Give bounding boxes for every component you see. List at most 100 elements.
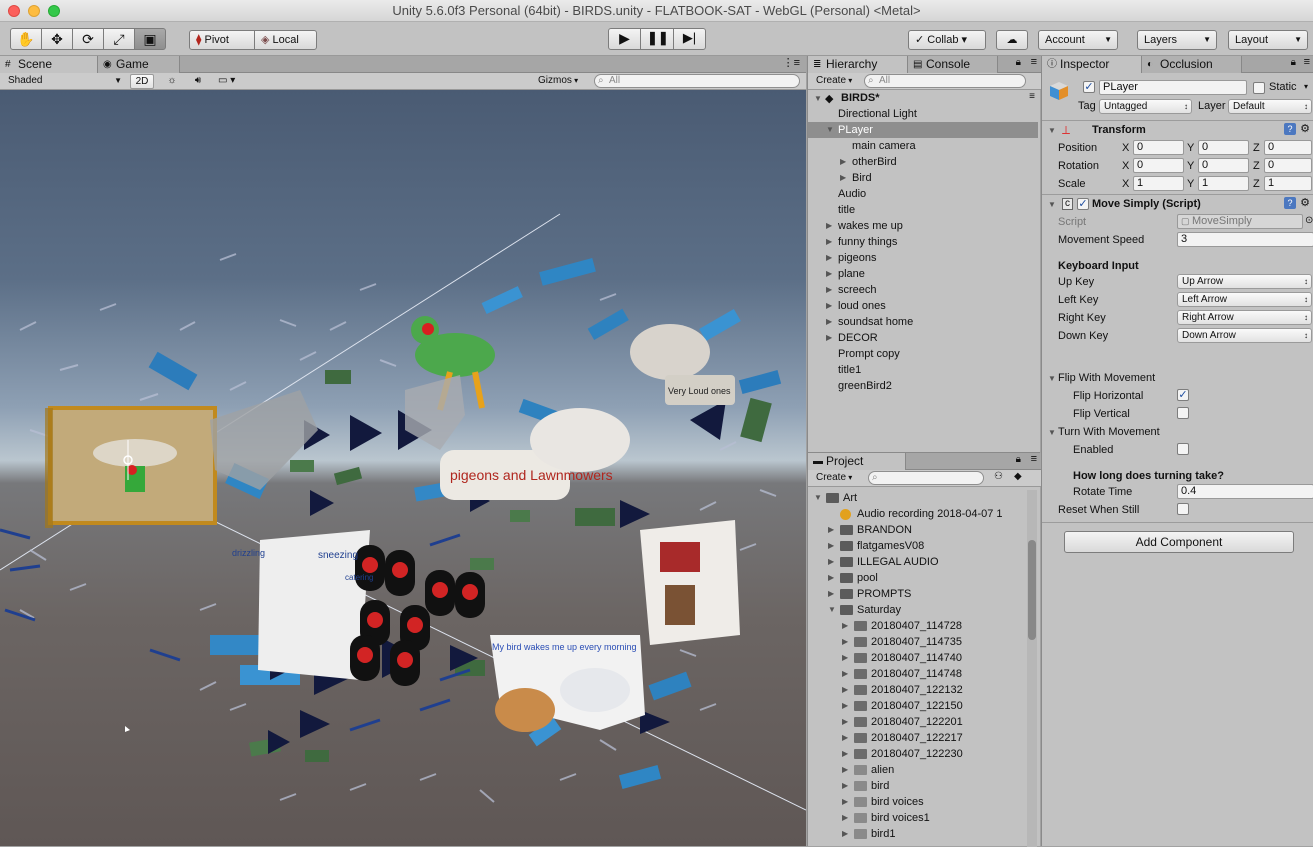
project-item[interactable]: ▶ bird voices1 <box>808 810 1028 826</box>
collapsed-arrow-icon[interactable]: ▶ <box>828 570 834 586</box>
scale-tool-button[interactable]: ⤢ <box>103 28 135 50</box>
shading-dropdown[interactable]: Shaded ▼ <box>4 74 124 89</box>
hierarchy-item[interactable]: ▶ otherBird <box>808 154 1038 170</box>
project-create-dropdown[interactable]: Create ▾ <box>812 471 858 486</box>
play-button[interactable]: ▶ <box>608 28 641 50</box>
hand-tool-button[interactable]: ✋ <box>10 28 42 50</box>
project-scrollbar[interactable] <box>1027 490 1037 847</box>
project-item[interactable]: ▶ PROMPTS <box>808 586 1028 602</box>
expand-arrow-icon[interactable]: ▼ <box>828 602 836 618</box>
project-item[interactable]: ▶ 20180407_114728 <box>808 618 1028 634</box>
player-selection[interactable] <box>45 406 217 528</box>
minimize-window-icon[interactable] <box>28 5 40 17</box>
hierarchy-item[interactable]: greenBird2 <box>808 378 1038 394</box>
project-item[interactable]: Audio recording 2018-04-07 1 <box>808 506 1028 522</box>
collapsed-arrow-icon[interactable]: ▶ <box>840 170 846 186</box>
flip-vertical-checkbox[interactable] <box>1177 407 1189 419</box>
hierarchy-search-input[interactable]: ⌕ All <box>864 74 1026 88</box>
expand-arrow-icon[interactable]: ▼ <box>814 94 822 103</box>
collapsed-arrow-icon[interactable]: ▶ <box>828 522 834 538</box>
script-header[interactable]: ▼ c ✓ Move Simply (Script) ? ⚙ <box>1042 196 1313 214</box>
collapsed-arrow-icon[interactable]: ▶ <box>826 218 832 234</box>
tab-scene[interactable]: # Scene <box>0 56 98 73</box>
hierarchy-item[interactable]: ▶ loud ones <box>808 298 1038 314</box>
movement-speed-input[interactable]: 3 <box>1177 232 1313 247</box>
project-item[interactable]: ▶ 20180407_122217 <box>808 730 1028 746</box>
project-item[interactable]: ▶ 20180407_122230 <box>808 746 1028 762</box>
transform-x-input[interactable]: 1 <box>1133 176 1184 191</box>
collapsed-arrow-icon[interactable]: ▶ <box>842 618 848 634</box>
collapsed-arrow-icon[interactable]: ▶ <box>826 314 832 330</box>
help-icon[interactable]: ? <box>1284 123 1296 135</box>
transform-x-input[interactable]: 0 <box>1133 140 1184 155</box>
panel-menu-icon[interactable]: ≡ <box>1031 56 1037 68</box>
filter-type-icon[interactable]: ⚇ <box>994 471 1003 482</box>
project-item[interactable]: ▶ flatgamesV08 <box>808 538 1028 554</box>
collapsed-arrow-icon[interactable]: ▶ <box>826 250 832 266</box>
tab-console[interactable]: ▤ Console <box>908 56 998 73</box>
hierarchy-item[interactable]: ▼ PLayer <box>808 122 1038 138</box>
key-dropdown[interactable]: Down Arrow <box>1177 328 1312 343</box>
project-item[interactable]: ▶ bird <box>808 778 1028 794</box>
project-item[interactable]: ▶ alien <box>808 762 1028 778</box>
project-item[interactable]: ▶ pool <box>808 570 1028 586</box>
account-dropdown[interactable]: Account ▼ <box>1038 30 1118 50</box>
collapsed-arrow-icon[interactable]: ▶ <box>826 266 832 282</box>
hierarchy-item[interactable]: Audio <box>808 186 1038 202</box>
collapsed-arrow-icon[interactable]: ▶ <box>828 554 834 570</box>
collapsed-arrow-icon[interactable]: ▶ <box>826 282 832 298</box>
expand-arrow-icon[interactable]: ▼ <box>1048 428 1056 437</box>
panel-menu-icon[interactable]: ≡ <box>1304 56 1310 68</box>
collapsed-arrow-icon[interactable]: ▶ <box>828 538 834 554</box>
cloud-button[interactable]: ☁ <box>996 30 1028 50</box>
expand-arrow-icon[interactable]: ▼ <box>814 490 822 506</box>
project-item[interactable]: ▶ 20180407_114740 <box>808 650 1028 666</box>
transform-z-input[interactable]: 1 <box>1264 176 1312 191</box>
project-search-input[interactable]: ⌕ <box>868 471 984 485</box>
project-item[interactable]: ▶ 20180407_122201 <box>808 714 1028 730</box>
active-checkbox[interactable]: ✓ <box>1083 81 1095 93</box>
collapsed-arrow-icon[interactable]: ▶ <box>842 650 848 666</box>
transform-y-input[interactable]: 1 <box>1198 176 1249 191</box>
collapsed-arrow-icon[interactable]: ▶ <box>842 666 848 682</box>
reset-when-still-checkbox[interactable] <box>1177 503 1189 515</box>
tab-game[interactable]: ◉ Game <box>98 56 180 73</box>
transform-y-input[interactable]: 0 <box>1198 140 1249 155</box>
expand-arrow-icon[interactable]: ▼ <box>1048 200 1056 209</box>
scene-search-input[interactable]: ⌕ All <box>594 74 800 88</box>
pivot-toggle[interactable]: ⧫ Pivot <box>189 30 255 50</box>
transform-header[interactable]: ▼ ⟂ Transform ? ⚙ <box>1042 122 1313 140</box>
label-icon[interactable]: ◆ <box>1014 471 1022 482</box>
hierarchy-item[interactable]: ▶ pigeons <box>808 250 1038 266</box>
collapsed-arrow-icon[interactable]: ▶ <box>842 778 848 794</box>
project-item[interactable]: ▶ BRANDON <box>808 522 1028 538</box>
hierarchy-item[interactable]: ▶ Bird <box>808 170 1038 186</box>
object-picker-icon[interactable]: ⊙ <box>1305 215 1313 226</box>
gear-icon[interactable]: ⚙ <box>1300 196 1310 209</box>
tab-project[interactable]: ▬ Project <box>808 453 906 470</box>
collapsed-arrow-icon[interactable]: ▶ <box>842 634 848 650</box>
collapsed-arrow-icon[interactable]: ▶ <box>842 826 848 842</box>
audio-toggle[interactable]: 🔊︎ <box>186 74 210 89</box>
collapsed-arrow-icon[interactable]: ▶ <box>826 234 832 250</box>
project-item[interactable]: ▶ 20180407_114735 <box>808 634 1028 650</box>
layer-dropdown[interactable]: Default <box>1228 99 1312 114</box>
lock-icon[interactable]: 🔒︎ <box>1016 454 1021 465</box>
project-item[interactable]: ▶ 20180407_122150 <box>808 698 1028 714</box>
lock-icon[interactable]: 🔒︎ <box>1291 57 1296 68</box>
hierarchy-item[interactable]: Prompt copy <box>808 346 1038 362</box>
collapsed-arrow-icon[interactable]: ▶ <box>842 746 848 762</box>
collapsed-arrow-icon[interactable]: ▶ <box>842 810 848 826</box>
tab-occlusion[interactable]: ◐ Occlusion <box>1142 56 1242 73</box>
project-item[interactable]: ▶ 20180407_122132 <box>808 682 1028 698</box>
scene-menu-icon[interactable]: ≡ <box>1029 91 1035 102</box>
transform-z-input[interactable]: 0 <box>1264 158 1312 173</box>
panel-menu-icon[interactable]: ⋮≡ <box>783 56 800 69</box>
move-tool-button[interactable]: ✥ <box>41 28 73 50</box>
collapsed-arrow-icon[interactable]: ▶ <box>842 794 848 810</box>
project-item[interactable]: ▶ 20180407_114748 <box>808 666 1028 682</box>
hierarchy-item[interactable]: title <box>808 202 1038 218</box>
expand-arrow-icon[interactable]: ▼ <box>1048 374 1056 383</box>
hierarchy-item[interactable]: Directional Light <box>808 106 1038 122</box>
hierarchy-item[interactable]: ▶ DECOR <box>808 330 1038 346</box>
